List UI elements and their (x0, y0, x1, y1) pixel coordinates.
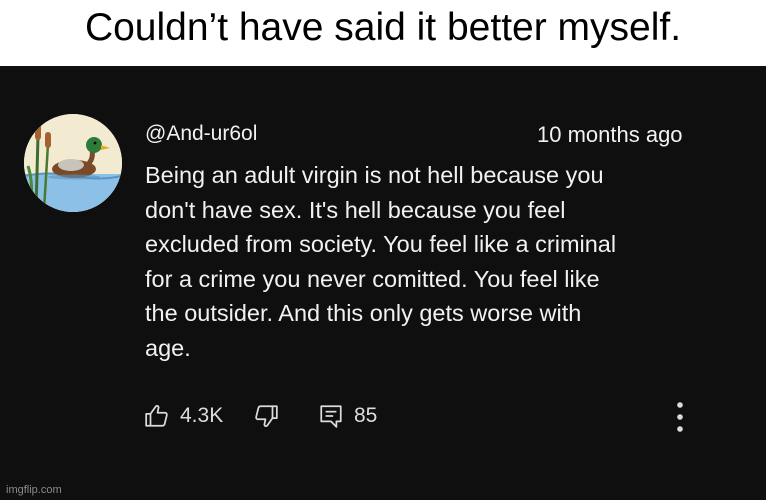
reply-count: 85 (354, 404, 378, 427)
comment-author[interactable]: @And-ur6ol (145, 122, 257, 146)
meme-caption-area: Couldn’t have said it better myself. (0, 0, 766, 66)
imgflip-watermark: imgflip.com (6, 484, 62, 496)
reply-button[interactable]: 85 (318, 401, 377, 431)
comment-text-line: excluded from society. You feel like a c… (145, 231, 617, 257)
comment-text-line: for a crime you never comitted. You feel… (145, 265, 600, 292)
thumbs-up-icon (145, 405, 168, 427)
more-vertical-icon (677, 402, 683, 432)
like-button[interactable]: 4.3K (144, 401, 223, 431)
comment-text: Being an adult virgin is not hell becaus… (145, 158, 745, 365)
meme-caption: Couldn’t have said it better myself. (84, 6, 682, 49)
comment-panel: @And-ur6ol 10 months ago Being an adult … (0, 66, 766, 500)
comment-text-line: the outsider. And this only gets worse w… (145, 300, 582, 326)
comment-timestamp[interactable]: 10 months ago (537, 122, 683, 148)
comment-text-line: don't have sex. It's hell because you fe… (145, 196, 566, 223)
duck-avatar-icon[interactable] (24, 114, 122, 212)
like-count: 4.3K (180, 404, 224, 427)
more-options-button[interactable] (666, 400, 694, 434)
dislike-button[interactable] (253, 401, 279, 431)
thumbs-down-icon (255, 405, 278, 427)
comment-text-line: age. (145, 334, 191, 361)
comment-text-line: Being an adult virgin is not hell becaus… (145, 162, 604, 188)
reply-comment-icon (320, 405, 342, 428)
